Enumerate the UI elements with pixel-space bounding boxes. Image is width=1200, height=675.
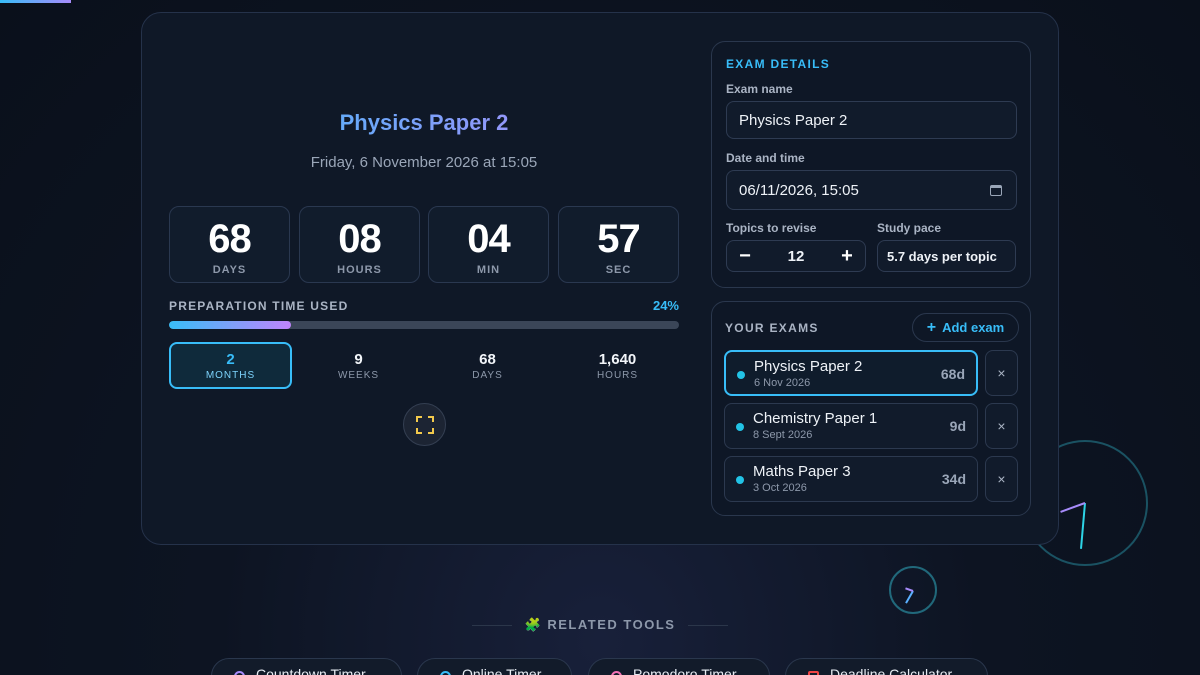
pomodoro-icon (611, 671, 622, 675)
hours-counter: 08 HOURS (299, 206, 420, 283)
status-dot-icon (736, 423, 744, 431)
add-exam-button[interactable]: + Add exam (912, 313, 1019, 342)
exam-name-input[interactable]: Physics Paper 2 (726, 101, 1017, 139)
preparation-progress-fill (169, 321, 292, 329)
weeks-label: WEEKS (337, 370, 380, 381)
timer-icon (440, 671, 451, 675)
exam-name-label: Exam name (726, 82, 793, 96)
unit-tab-hours[interactable]: 1,640 HOURS (556, 342, 679, 389)
months-label: MONTHS (205, 370, 256, 381)
topics-stepper[interactable]: − 12 + (726, 240, 866, 272)
exam-list-item[interactable]: Maths Paper 3 3 Oct 2026 34d (724, 456, 978, 502)
fullscreen-button[interactable] (403, 403, 446, 446)
days-counter: 68 DAYS (169, 206, 290, 283)
exam-list-item[interactable]: Chemistry Paper 1 8 Sept 2026 9d (724, 403, 978, 449)
datetime-label: Date and time (726, 151, 805, 165)
exam-item-date: 3 Oct 2026 (753, 482, 807, 494)
preparation-progress-bar (169, 321, 679, 329)
related-tool-label: Deadline Calculator (830, 666, 953, 675)
calendar-icon[interactable] (990, 185, 1002, 196)
unit-tab-days[interactable]: 68 DAYS (426, 342, 549, 389)
exam-title: Physics Paper 2 (170, 110, 678, 136)
study-pace-label: Study pace (877, 221, 942, 235)
alt-hours-label: HOURS (596, 370, 639, 381)
related-tool-label: Countdown Timer (256, 666, 366, 675)
delete-exam-button[interactable]: × (985, 403, 1018, 449)
exam-item-name: Maths Paper 3 (753, 463, 851, 480)
related-tool-link[interactable]: Pomodoro Timer (588, 658, 770, 675)
hours-label: HOURS (337, 264, 382, 276)
unit-tab-weeks[interactable]: 9 WEEKS (297, 342, 420, 389)
study-pace-value: 5.7 days per topic (877, 240, 1016, 272)
seconds-counter: 57 SEC (558, 206, 679, 283)
exam-item-date: 6 Nov 2026 (754, 377, 811, 389)
related-tool-link[interactable]: Deadline Calculator (785, 658, 988, 675)
unit-tab-months[interactable]: 2 MONTHS (169, 342, 292, 389)
related-tools-heading: 🧩 RELATED TOOLS (524, 617, 676, 632)
related-tool-label: Pomodoro Timer (633, 666, 737, 675)
plus-icon: + (926, 318, 937, 336)
alt-days-label: DAYS (472, 370, 503, 381)
exam-item-name: Chemistry Paper 1 (753, 410, 878, 427)
minutes-counter: 04 MIN (428, 206, 549, 283)
topics-decrement-button[interactable]: − (729, 241, 761, 271)
preparation-percent: 24% (652, 298, 679, 313)
related-tool-link[interactable]: Countdown Timer (211, 658, 402, 675)
alt-hours-value: 1,640 (598, 351, 637, 368)
decorative-clock-small-icon (889, 566, 937, 614)
days-label: DAYS (212, 264, 247, 276)
calendar-icon (808, 671, 819, 675)
related-tool-label: Online Timer (462, 666, 542, 675)
exam-datetime: Friday, 6 November 2026 at 15:05 (310, 154, 538, 171)
exam-item-date: 8 Sept 2026 (753, 429, 813, 441)
exam-details-title: EXAM DETAILS (726, 57, 831, 71)
delete-exam-button[interactable]: × (985, 456, 1018, 502)
months-value: 2 (226, 351, 235, 368)
page-load-progress (0, 0, 71, 3)
delete-exam-button[interactable]: × (985, 350, 1018, 396)
status-dot-icon (736, 476, 744, 484)
topics-increment-button[interactable]: + (831, 241, 863, 271)
exam-item-days: 9d (949, 418, 966, 434)
add-exam-label: Add exam (942, 320, 1005, 335)
datetime-input[interactable]: 06/11/2026, 15:05 (726, 170, 1017, 210)
exam-item-days: 34d (941, 471, 966, 487)
weeks-value: 9 (354, 351, 363, 368)
exam-list-item[interactable]: Physics Paper 2 6 Nov 2026 68d (724, 350, 978, 396)
exam-item-days: 68d (940, 366, 965, 382)
topics-label: Topics to revise (726, 221, 817, 235)
hours-value: 08 (338, 217, 382, 261)
seconds-label: SEC (605, 264, 632, 276)
related-tool-link[interactable]: Online Timer (417, 658, 572, 675)
fullscreen-icon (415, 415, 434, 434)
status-dot-icon (737, 371, 745, 379)
stopwatch-icon (234, 671, 245, 675)
divider (688, 625, 728, 626)
exam-item-name: Physics Paper 2 (754, 358, 863, 375)
datetime-value: 06/11/2026, 15:05 (739, 181, 859, 199)
preparation-label: PREPARATION TIME USED (169, 299, 349, 313)
topics-value: 12 (787, 247, 805, 265)
days-value: 68 (208, 217, 252, 261)
alt-days-value: 68 (479, 351, 496, 368)
exam-details-panel: EXAM DETAILS Exam name Physics Paper 2 D… (711, 41, 1031, 288)
seconds-value: 57 (597, 217, 641, 261)
minutes-value: 04 (467, 217, 511, 261)
your-exams-title: YOUR EXAMS (725, 321, 819, 335)
minutes-label: MIN (476, 264, 501, 276)
